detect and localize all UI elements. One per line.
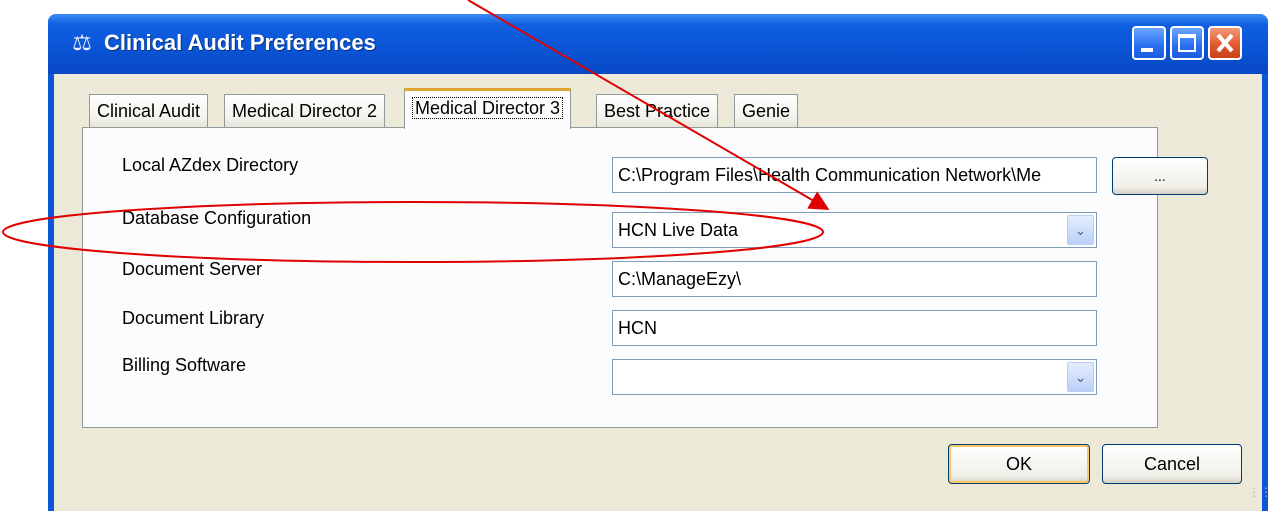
maximize-button[interactable] <box>1170 26 1204 60</box>
billing-software-label: Billing Software <box>122 355 247 375</box>
billing-software-select[interactable]: ⌄ <box>612 359 1097 395</box>
database-configuration-value: HCN Live Data <box>618 220 739 240</box>
azdex-directory-field[interactable]: C:\Program Files\Health Communication Ne… <box>612 157 1097 193</box>
tab-best-practice[interactable]: Best Practice <box>596 94 719 128</box>
tab-medical-director-2[interactable]: Medical Director 2 <box>224 94 386 128</box>
title-bar[interactable]: ⚖ Clinical Audit Preferences <box>48 14 1268 74</box>
document-library-field[interactable]: HCN <box>612 310 1097 346</box>
ok-button[interactable]: OK <box>948 444 1090 484</box>
database-configuration-label: Database Configuration <box>122 208 312 228</box>
cancel-button[interactable]: Cancel <box>1102 444 1242 484</box>
tab-medical-director-3-label: Medical Director 3 <box>412 97 564 119</box>
close-icon <box>1216 33 1234 53</box>
document-library-label: Document Library <box>122 308 265 328</box>
database-configuration-select[interactable]: HCN Live Data ⌄ <box>612 212 1097 248</box>
resize-grip-icon[interactable]: ⋮⋮ <box>1248 486 1272 508</box>
minimize-button[interactable] <box>1132 26 1166 60</box>
close-button[interactable] <box>1208 26 1242 60</box>
document-server-label: Document Server <box>122 259 263 279</box>
azdex-label: Local AZdex Directory <box>122 155 299 175</box>
tab-clinical-audit[interactable]: Clinical Audit <box>89 94 209 128</box>
tab-genie[interactable]: Genie <box>734 94 799 128</box>
window-title: Clinical Audit Preferences <box>104 30 376 55</box>
maximize-icon <box>1178 34 1196 52</box>
dropdown-arrow-icon[interactable]: ⌄ <box>1067 362 1094 392</box>
app-icon: ⚖ <box>72 30 92 55</box>
dropdown-arrow-icon[interactable]: ⌄ <box>1067 215 1094 245</box>
minimize-icon <box>1141 48 1153 52</box>
tab-medical-director-3[interactable]: Medical Director 3 <box>404 88 572 129</box>
browse-button[interactable]: ... <box>1112 157 1208 195</box>
document-server-field[interactable]: C:\ManageEzy\ <box>612 261 1097 297</box>
